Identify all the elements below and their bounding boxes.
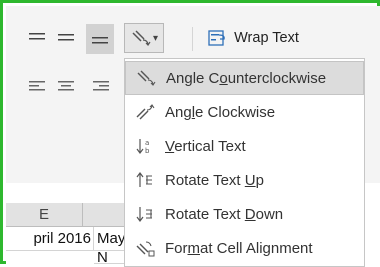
align-right-button[interactable]: [89, 74, 113, 98]
label-part: Ang: [165, 103, 192, 121]
menu-item-label: Angle Counterclockwise: [166, 70, 326, 87]
menu-item-vertical-text[interactable]: ab Vertical Text: [125, 129, 364, 163]
format-cell-alignment-icon: [125, 239, 165, 257]
align-center-icon: [58, 81, 74, 91]
menu-item-label: Rotate Text Up: [165, 172, 264, 189]
label-part: Rotate Text: [165, 205, 245, 223]
svg-text:b: b: [145, 147, 150, 155]
orientation-button[interactable]: ▾: [124, 23, 164, 53]
orientation-icon: [132, 30, 151, 46]
rotate-text-up-icon: [125, 171, 165, 189]
menu-item-format-cell-alignment[interactable]: Format Cell Alignment: [125, 231, 364, 265]
cell-n[interactable]: N: [94, 251, 125, 264]
access-key: D: [244, 205, 256, 223]
menu-item-angle-clockwise[interactable]: Angle Clockwise: [125, 95, 364, 129]
ribbon-separator: [192, 27, 193, 51]
align-top-button[interactable]: [25, 24, 49, 50]
screenshot-frame: ▾ Wrap Text E pril 2016 May N Angle Coun…: [0, 0, 380, 267]
align-middle-icon: [58, 34, 74, 41]
column-header-label: E: [38, 206, 49, 223]
align-bottom-icon: [92, 37, 108, 44]
menu-item-label: Angle Clockwise: [165, 104, 275, 121]
menu-item-rotate-text-down[interactable]: Rotate Text Down: [125, 197, 364, 231]
wrap-text-label: Wrap Text: [234, 30, 299, 46]
align-center-button[interactable]: [54, 74, 78, 98]
align-bottom-button[interactable]: [86, 24, 114, 54]
angle-clockwise-icon: [125, 104, 165, 120]
orientation-menu: Angle Counterclockwise Angle Clockwise a…: [124, 58, 365, 267]
column-header-e[interactable]: E: [6, 203, 83, 227]
label-part: For: [165, 239, 188, 257]
wrap-text-button[interactable]: Wrap Text: [196, 26, 311, 50]
label-part: p: [255, 171, 264, 189]
cell-text: N: [97, 251, 108, 264]
align-top-icon: [29, 33, 45, 40]
align-middle-button[interactable]: [54, 24, 78, 50]
cell-april-2016[interactable]: pril 2016: [6, 227, 94, 251]
align-left-icon: [29, 81, 45, 91]
cell-text: pril 2016: [33, 230, 91, 247]
menu-item-rotate-text-up[interactable]: Rotate Text Up: [125, 163, 364, 197]
angle-counterclockwise-icon: [126, 70, 166, 86]
label-part: at Cell Alignment: [200, 239, 313, 257]
label-part: unterclockwise: [227, 69, 327, 87]
align-right-icon: [93, 81, 109, 91]
menu-item-label: Format Cell Alignment: [165, 240, 313, 257]
menu-item-label: Vertical Text: [165, 138, 246, 155]
wrap-text-icon: [208, 30, 225, 46]
label-part: Rotate Text: [165, 171, 245, 189]
vertical-text-icon: ab: [125, 137, 165, 155]
label-part: Angle C: [166, 69, 220, 87]
svg-text:a: a: [145, 139, 149, 147]
access-key: m: [187, 239, 201, 257]
label-part: own: [255, 205, 284, 223]
align-left-button[interactable]: [25, 74, 49, 98]
column-header-f[interactable]: [83, 203, 125, 227]
label-part: ertical Text: [174, 137, 246, 155]
access-key: V: [165, 137, 175, 155]
access-key: U: [244, 171, 256, 189]
access-key: o: [219, 69, 228, 87]
rotate-text-down-icon: [125, 205, 165, 223]
label-part: e Clockwise: [195, 103, 276, 121]
orientation-dropdown-arrow: ▾: [152, 32, 159, 44]
menu-item-angle-counterclockwise[interactable]: Angle Counterclockwise: [125, 61, 364, 95]
menu-item-label: Rotate Text Down: [165, 206, 283, 223]
cell-may[interactable]: May: [94, 227, 125, 251]
cell-text: May: [97, 230, 125, 247]
